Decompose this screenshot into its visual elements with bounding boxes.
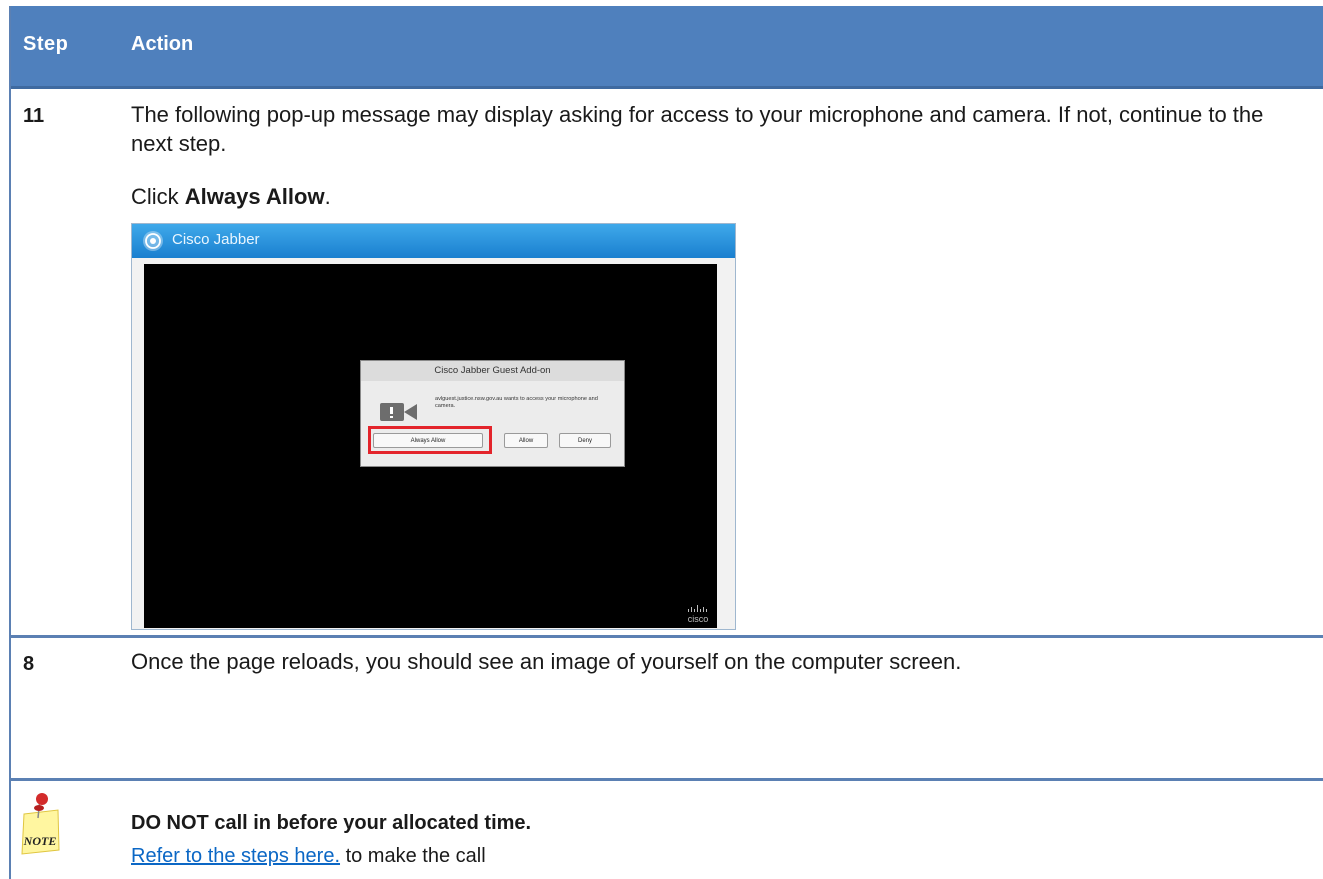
step-instruction: Once the page reloads, you should see an… bbox=[131, 649, 962, 674]
cisco-logo: cisco bbox=[687, 605, 709, 624]
jabber-logo-icon bbox=[143, 231, 163, 251]
jabber-titlebar: Cisco Jabber bbox=[132, 224, 735, 258]
step-instruction: The following pop-up message may display… bbox=[131, 102, 1264, 156]
table-left-border bbox=[9, 6, 11, 879]
click-prefix: Click bbox=[131, 184, 185, 209]
note-icon-label: NOTE bbox=[23, 834, 57, 848]
cisco-bars-icon bbox=[688, 605, 707, 612]
refer-steps-link[interactable]: Refer to the steps here. bbox=[131, 845, 340, 867]
embedded-screenshot: Cisco Jabber Cisco Jabber Guest Add-on a… bbox=[131, 223, 736, 630]
step-number: 8 bbox=[23, 653, 35, 675]
deny-button[interactable]: Deny bbox=[559, 433, 611, 448]
highlight-box bbox=[368, 426, 492, 454]
step-click-instruction: Click Always Allow. bbox=[131, 182, 331, 211]
note-heading: DO NOT call in before your allocated tim… bbox=[131, 812, 532, 834]
click-target-label: Always Allow bbox=[184, 184, 325, 209]
video-area: Cisco Jabber Guest Add-on avlguest.justi… bbox=[144, 264, 717, 628]
table-header: Step Action bbox=[11, 6, 1323, 89]
jabber-window-title: Cisco Jabber bbox=[172, 231, 260, 248]
click-suffix: . bbox=[324, 184, 331, 209]
row-divider bbox=[11, 635, 1323, 638]
cisco-wordmark: cisco bbox=[687, 614, 709, 624]
document-page: Step Action 11 The following pop-up mess… bbox=[0, 0, 1323, 879]
note-body: Refer to the steps here. to make the cal… bbox=[131, 845, 486, 868]
header-step: Step bbox=[23, 33, 69, 55]
dialog-message: avlguest.justice.nsw.gov.au wants to acc… bbox=[435, 396, 598, 409]
note-pin-icon: NOTE bbox=[21, 793, 60, 855]
addon-dialog: Cisco Jabber Guest Add-on avlguest.justi… bbox=[360, 360, 625, 467]
dialog-title: Cisco Jabber Guest Add-on bbox=[361, 361, 624, 381]
step-number: 11 bbox=[23, 105, 45, 127]
header-action: Action bbox=[131, 33, 194, 55]
camera-icon bbox=[380, 403, 417, 421]
row-divider bbox=[11, 778, 1323, 781]
allow-button[interactable]: Allow bbox=[504, 433, 548, 448]
note-suffix: to make the call bbox=[340, 845, 486, 867]
